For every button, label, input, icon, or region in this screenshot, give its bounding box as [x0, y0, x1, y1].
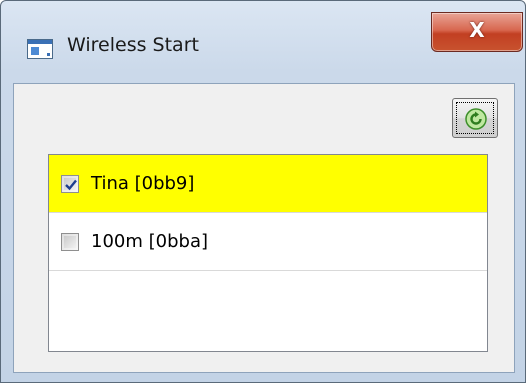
device-list[interactable]: Tina [0bb9] 100m [0bba] — [48, 154, 488, 352]
device-checkbox[interactable] — [61, 175, 79, 193]
checkmark-icon — [65, 179, 77, 191]
refresh-button[interactable] — [452, 98, 498, 138]
device-checkbox[interactable] — [61, 233, 79, 251]
list-item-label: 100m [0bba] — [91, 231, 208, 252]
close-icon: X — [469, 18, 485, 42]
dialog-window: Wireless Start X Tina [0bb9] 100m [0bba] — [0, 0, 526, 383]
refresh-icon — [465, 108, 487, 130]
window-title: Wireless Start — [67, 34, 199, 56]
app-window-icon — [27, 39, 53, 59]
title-bar[interactable]: Wireless Start X — [1, 1, 525, 83]
list-item-label: Tina [0bb9] — [91, 173, 195, 194]
list-item[interactable]: Tina [0bb9] — [49, 155, 487, 213]
dialog-client-area: Tina [0bb9] 100m [0bba] — [13, 83, 515, 373]
list-item[interactable]: 100m [0bba] — [49, 213, 487, 271]
close-button[interactable]: X — [431, 12, 523, 52]
